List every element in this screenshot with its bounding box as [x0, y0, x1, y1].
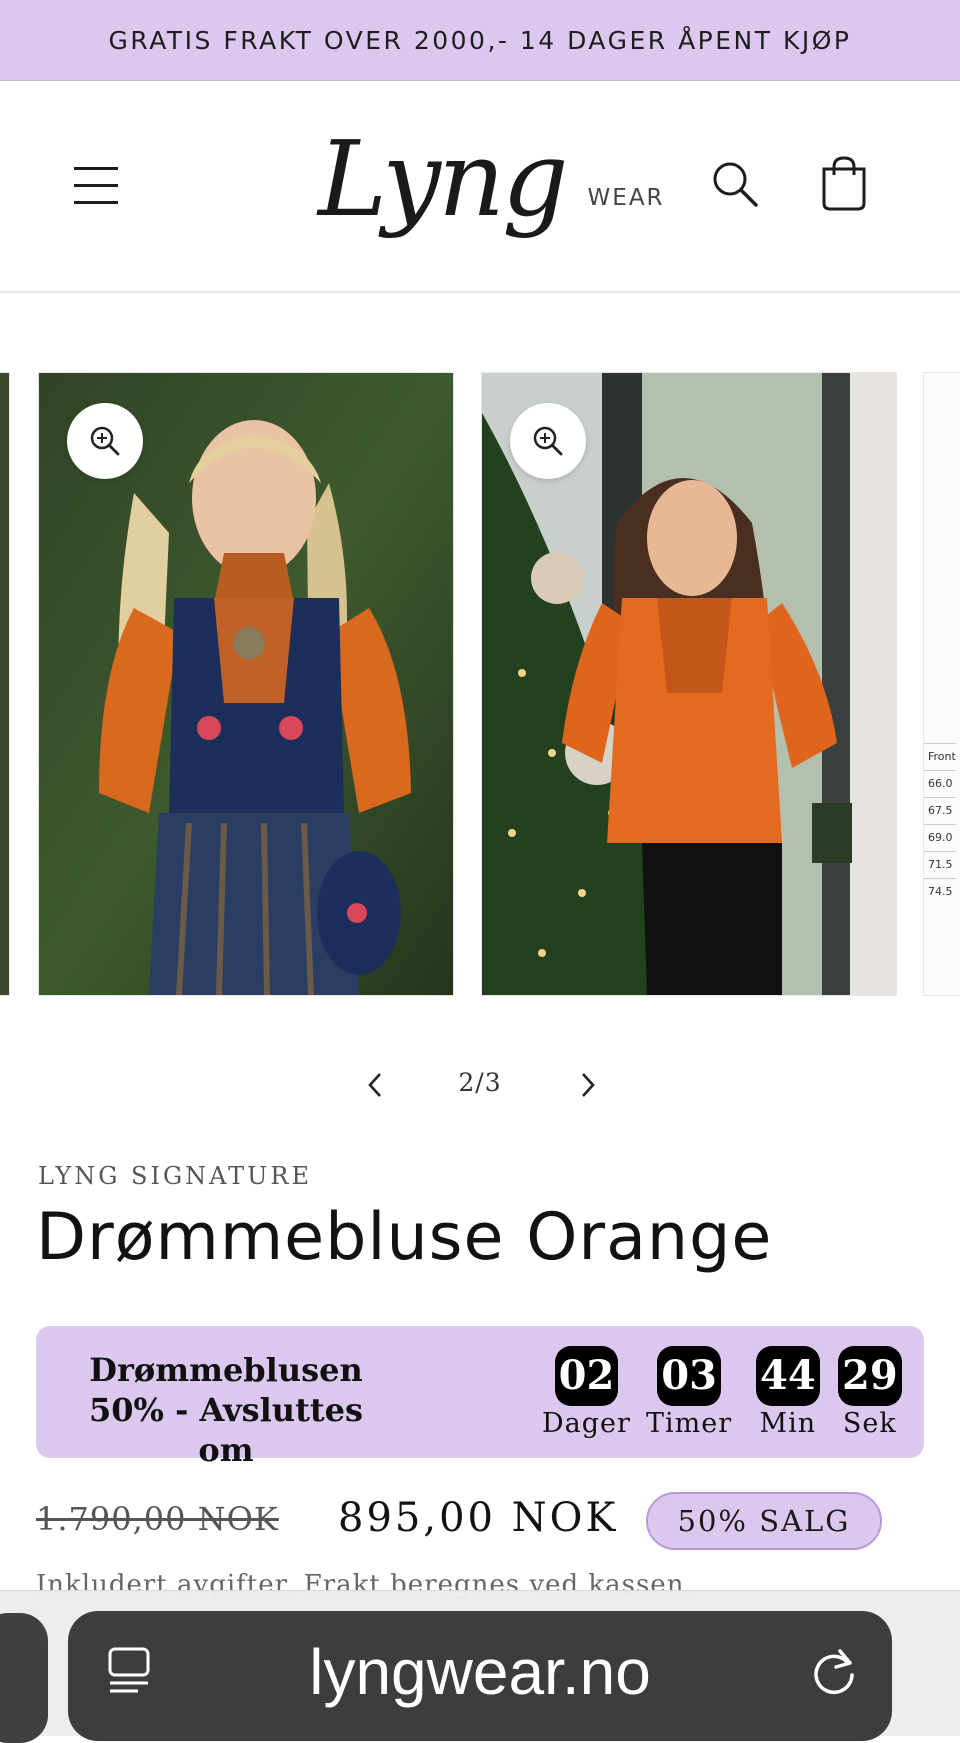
browser-toolbar: lyngwear.no [0, 1590, 960, 1743]
zoom-in-icon[interactable] [510, 403, 586, 479]
logo-wordmark: Lyng [318, 118, 569, 240]
chevron-right-icon[interactable] [573, 1068, 603, 1102]
url-text: lyngwear.no [309, 1636, 651, 1708]
countdown-days-label: Dager [542, 1408, 631, 1439]
countdown-days: 02 Dager [542, 1346, 631, 1439]
site-logo[interactable]: Lyng WEAR [318, 109, 665, 249]
size-chart-cell: 67.5 [924, 797, 956, 824]
hamburger-menu-icon[interactable] [68, 155, 128, 215]
product-vendor[interactable]: LYNG SIGNATURE [38, 1162, 312, 1190]
gallery-slide-size-chart[interactable]: Front 66.0 67.5 69.0 71.5 74.5 [923, 372, 960, 996]
original-price: 1.790,00 NOK [36, 1500, 279, 1538]
shopping-bag-icon[interactable] [814, 153, 874, 213]
gallery-slide-orange-blouse[interactable] [481, 372, 897, 996]
logo-subtitle: WEAR [587, 185, 665, 211]
gallery-slide-bunad-blouse[interactable] [38, 372, 454, 996]
size-chart-table: Front 66.0 67.5 69.0 71.5 74.5 [924, 743, 956, 905]
gallery-slide-previous[interactable] [0, 372, 10, 996]
countdown-hours-value: 03 [657, 1346, 721, 1406]
size-chart-cell: 69.0 [924, 824, 956, 851]
pagination-counter: 2/3 [458, 1068, 502, 1097]
countdown-hours: 03 Timer [646, 1346, 732, 1439]
zoom-in-icon[interactable] [67, 403, 143, 479]
countdown-seconds-value: 29 [838, 1346, 902, 1406]
size-chart-cell: 66.0 [924, 770, 956, 797]
countdown-seconds: 29 Sek [838, 1346, 902, 1439]
countdown-minutes-label: Min [759, 1408, 817, 1439]
size-chart-cell: 74.5 [924, 878, 956, 905]
search-icon[interactable] [706, 155, 764, 213]
address-bar[interactable]: lyngwear.no [68, 1611, 892, 1741]
product-image-gallery[interactable]: Front 66.0 67.5 69.0 71.5 74.5 [0, 372, 960, 996]
countdown-label: Drømmeblusen 50% - Avsluttes om [89, 1351, 363, 1469]
announcement-text: GRATIS FRAKT OVER 2000,- 14 DAGER ÅPENT … [108, 25, 852, 55]
countdown-seconds-label: Sek [842, 1408, 897, 1439]
previous-tab[interactable] [0, 1613, 48, 1743]
countdown-days-value: 02 [554, 1346, 619, 1406]
size-chart-cell: Front [924, 743, 956, 770]
price-block: 1.790,00 NOK 895,00 NOK 50% SALG [36, 1492, 936, 1552]
chevron-left-icon[interactable] [360, 1068, 390, 1102]
announcement-bar: GRATIS FRAKT OVER 2000,- 14 DAGER ÅPENT … [0, 0, 960, 81]
sale-badge: 50% SALG [646, 1492, 882, 1550]
site-header: Lyng WEAR [0, 81, 960, 293]
countdown-minutes: 44 Min [756, 1346, 820, 1439]
reload-icon[interactable] [808, 1643, 860, 1699]
product-title: Drømmebluse Orange [36, 1200, 773, 1275]
sale-countdown-banner: Drømmeblusen 50% - Avsluttes om 02 Dager… [36, 1326, 924, 1469]
countdown-hours-label: Timer [646, 1408, 733, 1439]
sale-price: 895,00 NOK [338, 1495, 619, 1541]
countdown-minutes-value: 44 [756, 1346, 820, 1406]
gallery-pagination: 2/3 [0, 1060, 960, 1110]
size-chart-cell: 71.5 [924, 851, 956, 878]
